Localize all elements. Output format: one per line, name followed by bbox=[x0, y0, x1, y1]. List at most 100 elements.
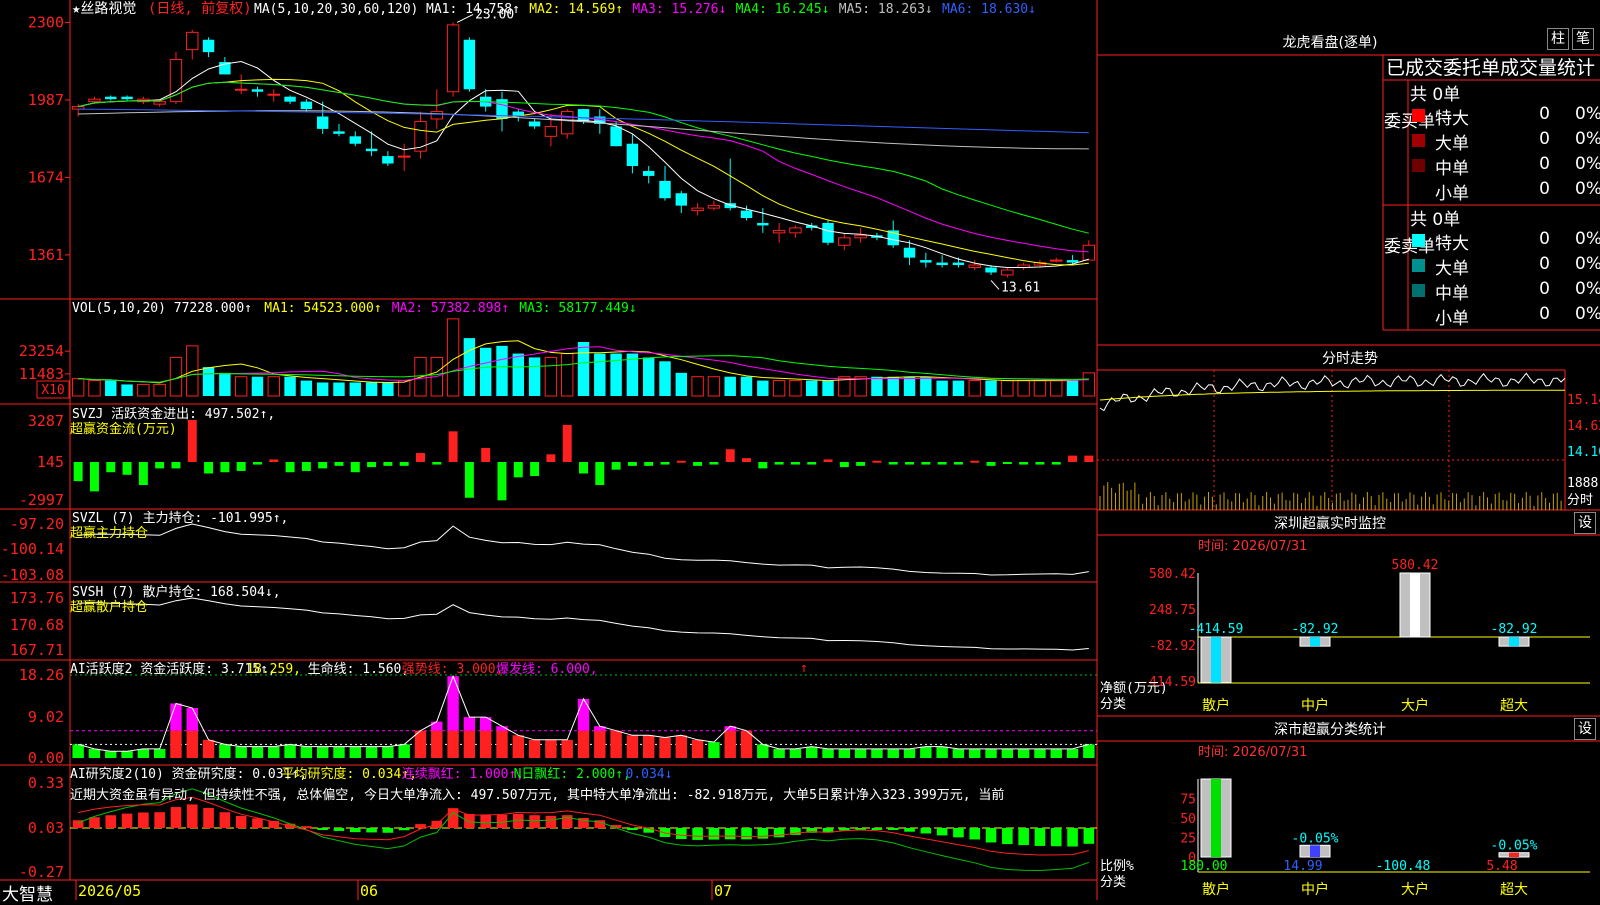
ma-value-1: MA1: 14.758↑ bbox=[426, 2, 520, 17]
volume-bar bbox=[1033, 380, 1047, 397]
research-bar bbox=[317, 828, 328, 830]
candle bbox=[903, 247, 916, 258]
research-bar bbox=[382, 828, 394, 833]
candle bbox=[659, 180, 671, 199]
volume-bar bbox=[544, 356, 558, 397]
research-header-2: 连续飘红: 1.000↑, bbox=[402, 766, 524, 782]
ma-value-2: MA2: 14.569↑ bbox=[529, 2, 623, 17]
order-size-pct: 0% bbox=[1575, 129, 1600, 149]
sz-monitor-category: 超大 bbox=[1500, 698, 1528, 714]
activity-bar bbox=[822, 748, 834, 758]
intraday-axis-tick: 15.14 bbox=[1567, 393, 1600, 408]
activity-bar bbox=[675, 735, 688, 758]
main-chart: 230019871674136123.0013.61★丝路视觉 (日线, 前复权)… bbox=[0, 0, 1600, 900]
research-bar bbox=[1050, 828, 1062, 847]
activity-bar-burst bbox=[577, 698, 590, 731]
fund-flow-bar bbox=[970, 460, 980, 463]
volume-bar bbox=[952, 380, 965, 396]
candle bbox=[1066, 260, 1079, 263]
candle bbox=[528, 121, 541, 127]
order-size-count: 0 bbox=[1539, 154, 1550, 174]
sell-side-label: 委卖单 bbox=[1384, 237, 1435, 257]
activity-bar bbox=[985, 748, 997, 758]
candle bbox=[153, 101, 166, 105]
activity-bar bbox=[251, 746, 264, 758]
activity-bar-burst bbox=[447, 676, 459, 731]
low-mark-arrow bbox=[990, 280, 1000, 290]
fund-flow-bar bbox=[693, 462, 703, 466]
fund-flow-bar bbox=[807, 462, 817, 465]
order-size-swatch bbox=[1412, 259, 1425, 272]
sz-monitor-settings-button[interactable]: 设 bbox=[1574, 512, 1596, 534]
volume-bar bbox=[724, 376, 736, 396]
activity-axis-tick: 18.26 bbox=[19, 666, 64, 684]
order-stats-tabs[interactable]: 已成交委托单成交量统计 bbox=[1386, 53, 1595, 80]
candle bbox=[838, 237, 851, 246]
research-bar bbox=[887, 828, 899, 830]
activity-bar bbox=[333, 746, 345, 758]
sz-stats-axis-tick: 75 bbox=[1180, 793, 1196, 808]
fund-flow-axis-tick: 145 bbox=[37, 453, 64, 471]
sz-stats-category: 中户 bbox=[1301, 881, 1329, 898]
candle bbox=[920, 260, 932, 263]
activity-bar bbox=[219, 744, 231, 758]
research-bar bbox=[676, 828, 687, 840]
volume-bar bbox=[202, 367, 215, 396]
candle bbox=[707, 205, 721, 209]
vol-ma-value-1: MA1: 54523.000↑ bbox=[264, 301, 381, 316]
candle bbox=[544, 125, 558, 137]
date-axis-tick: 07 bbox=[714, 882, 732, 900]
candle bbox=[316, 116, 329, 129]
activity-bar bbox=[1017, 748, 1030, 758]
volume-bar bbox=[920, 376, 932, 396]
research-axis-tick: 0.03 bbox=[28, 819, 64, 837]
research-header-0: AI研究度2(10) 资金研究度: 0.031↑, bbox=[70, 766, 307, 782]
sz-stats-title: 深市超赢分类统计 bbox=[1274, 722, 1386, 738]
research-bar bbox=[692, 828, 703, 840]
research-bar bbox=[904, 828, 915, 832]
candle bbox=[626, 143, 639, 167]
research-bar bbox=[121, 813, 133, 828]
volume-bar bbox=[985, 380, 997, 396]
sz-stats-bottom-value: 14.99 bbox=[1283, 859, 1322, 874]
tick-view-button[interactable]: 笔 bbox=[1572, 28, 1594, 50]
activity-bar bbox=[88, 748, 101, 758]
intraday-axis-tick: 14.10 bbox=[1567, 445, 1600, 460]
order-size-pct: 0% bbox=[1575, 104, 1600, 124]
sz-monitor-bar-highlight bbox=[1509, 637, 1519, 647]
column-view-button[interactable]: 柱 bbox=[1547, 28, 1569, 50]
fund-flow-bar bbox=[888, 462, 898, 465]
candle bbox=[397, 155, 411, 158]
fund-flow-bar bbox=[1035, 462, 1045, 465]
research-bar bbox=[480, 814, 491, 828]
candle bbox=[430, 111, 443, 120]
fund-flow-axis-tick: -2997 bbox=[19, 491, 64, 509]
fund-flow-bar bbox=[285, 462, 295, 473]
fund-flow-bar bbox=[301, 462, 311, 471]
activity-bar bbox=[610, 730, 622, 758]
longhu-title: 龙虎看盘(逐单) bbox=[1282, 35, 1378, 51]
buy-total: 共 0单 bbox=[1410, 85, 1461, 105]
fund-flow-bar bbox=[856, 462, 866, 466]
research-bar bbox=[1034, 828, 1046, 846]
price-axis-tick: 1674 bbox=[28, 168, 64, 186]
ma20-line bbox=[78, 81, 1089, 253]
fund-flow-bar bbox=[106, 462, 116, 473]
fund-flow-bar bbox=[905, 462, 915, 465]
fund-flow-bar bbox=[399, 462, 409, 466]
candle bbox=[577, 109, 590, 122]
activity-bar bbox=[414, 730, 427, 758]
order-size-name: 小单 bbox=[1435, 309, 1469, 329]
fund-flow-bar bbox=[204, 462, 214, 474]
sz-stats-bar-highlight bbox=[1211, 779, 1221, 857]
volume-bar bbox=[1066, 380, 1079, 396]
research-bar bbox=[969, 828, 981, 840]
activity-header-3: 强势线: 3.000, bbox=[402, 661, 504, 677]
activity-bar-burst bbox=[463, 717, 476, 731]
volume-bar bbox=[691, 376, 704, 397]
sz-stats-settings-button[interactable]: 设 bbox=[1574, 718, 1596, 740]
fund-flow-bar bbox=[497, 462, 507, 501]
volume-bar bbox=[1001, 380, 1014, 397]
research-bar bbox=[529, 815, 540, 828]
sz-stats-category: 散户 bbox=[1202, 881, 1230, 898]
